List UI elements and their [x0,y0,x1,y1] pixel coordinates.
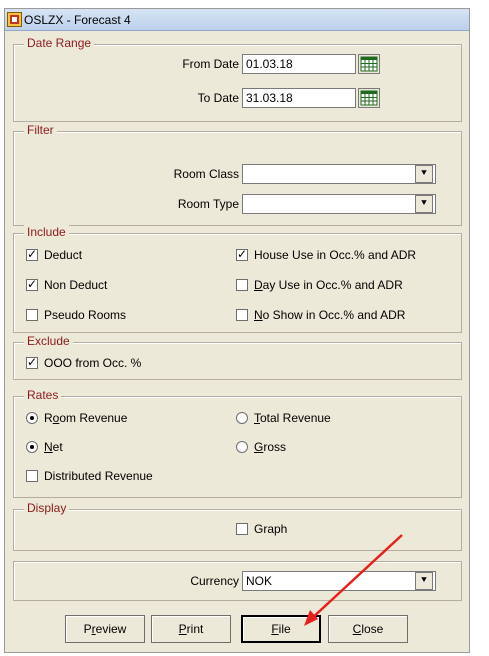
app-icon [7,12,22,27]
currency-dropdown-button[interactable]: ⯆ [415,572,433,590]
checkbox-box [236,309,248,321]
title-bar: OSLZX - Forecast 4 [5,9,469,31]
graph-label: Graph [254,522,288,536]
filter-label: Filter [24,123,57,137]
pseudo-rooms-checkbox[interactable]: Pseudo Rooms [26,308,126,322]
day-use-checkbox[interactable]: Day Use in Occ.% and ADR [236,278,403,292]
to-date-calendar-button[interactable] [358,88,380,108]
dropdown-arrow-icon: ⯆ [420,168,428,179]
exclude-label: Exclude [24,334,73,348]
dropdown-arrow-icon: ⯆ [420,575,428,586]
distributed-revenue-checkbox[interactable]: Distributed Revenue [26,469,153,483]
room-revenue-label-pre: R [44,411,53,425]
room-type-field[interactable] [242,194,436,214]
to-date-field[interactable]: 31.03.18 [242,88,356,108]
day-use-mnemonic: D [254,278,263,292]
from-date-label: From Date [182,57,239,71]
forecast-dialog: OSLZX - Forecast 4 Date Range From Date … [4,8,470,653]
graph-checkbox[interactable]: Graph [236,522,287,536]
file-label: ile [278,622,291,636]
room-class-label: Room Class [173,167,239,181]
net-mnemonic: N [44,440,53,454]
close-label: lose [361,622,384,636]
radio-dot [236,441,248,453]
room-class-field[interactable] [242,164,436,184]
from-date-calendar-button[interactable] [358,54,380,74]
currency-field[interactable]: NOK [242,571,436,591]
distributed-revenue-label: Distributed Revenue [44,469,153,483]
checkbox-box [236,523,248,535]
to-date-label: To Date [197,91,239,105]
ooo-label: OOO from Occ. % [44,356,142,370]
non-deduct-label: Non Deduct [44,278,108,292]
radio-dot [236,412,248,424]
preview-label-post: eview [95,622,127,636]
radio-dot [26,412,38,424]
calendar-icon [360,56,378,72]
no-show-mnemonic: N [254,308,263,322]
preview-label-pre: P [83,622,92,636]
exclude-group: Exclude OOO from Occ. % [13,334,462,380]
house-use-label: House Use in Occ.% and ADR [254,248,417,262]
file-button[interactable]: File [241,615,321,643]
net-label: et [52,440,63,454]
checkbox-box [26,355,38,369]
gross-radio[interactable]: Gross [236,440,286,454]
rates-label: Rates [24,388,62,402]
include-group: Include Deduct Non Deduct Pseudo Rooms H… [13,225,462,333]
window-title: OSLZX - Forecast 4 [24,13,131,27]
deduct-label: Deduct [44,248,83,262]
rates-group: Rates Room Revenue Total Revenue Net Gro… [13,388,462,498]
room-type-dropdown-button[interactable]: ⯆ [415,195,433,213]
currency-group: Currency NOK ⯆ [13,561,462,601]
checkbox-box [236,247,248,261]
total-revenue-radio[interactable]: Total Revenue [236,411,331,425]
checkbox-box [26,247,38,261]
house-use-checkbox[interactable]: House Use in Occ.% and ADR [236,247,417,262]
preview-button[interactable]: Preview [65,615,145,643]
non-deduct-checkbox[interactable]: Non Deduct [26,277,108,292]
radio-dot [26,441,38,453]
room-revenue-radio[interactable]: Room Revenue [26,411,127,425]
dropdown-arrow-icon: ⯆ [420,198,428,209]
display-group: Display Graph [13,501,462,551]
print-mnemonic: P [178,622,187,636]
no-show-label: o Show in Occ.% and ADR [262,308,406,322]
gross-mnemonic: G [254,440,264,454]
filter-group: Filter Room Class ⯆ Room Type ⯆ [13,123,462,226]
checkbox-box [26,309,38,321]
checkbox-box [26,277,38,291]
date-range-group: Date Range From Date 01.03.18 To Date 31… [13,36,462,122]
total-revenue-label: otal Revenue [260,411,331,425]
pseudo-rooms-label: Pseudo Rooms [44,308,127,322]
room-type-label: Room Type [177,197,239,211]
deduct-checkbox[interactable]: Deduct [26,247,83,262]
print-button[interactable]: Print [151,615,231,643]
include-label: Include [24,225,69,239]
net-radio[interactable]: Net [26,440,63,454]
no-show-checkbox[interactable]: No Show in Occ.% and ADR [236,308,405,322]
room-revenue-label-post: om Revenue [59,411,128,425]
close-button[interactable]: Close [328,615,408,643]
from-date-field[interactable]: 01.03.18 [242,54,356,74]
gross-label: ross [263,440,287,454]
checkbox-box [26,470,38,482]
calendar-icon [360,90,378,106]
date-range-label: Date Range [24,36,95,50]
ooo-checkbox[interactable]: OOO from Occ. % [26,355,142,370]
day-use-label: ay Use in Occ.% and ADR [262,278,403,292]
print-label: rint [186,622,204,636]
checkbox-box [236,279,248,291]
file-mnemonic: F [271,622,279,636]
display-label: Display [24,501,70,515]
room-class-dropdown-button[interactable]: ⯆ [415,165,433,183]
currency-label: Currency [190,574,239,588]
